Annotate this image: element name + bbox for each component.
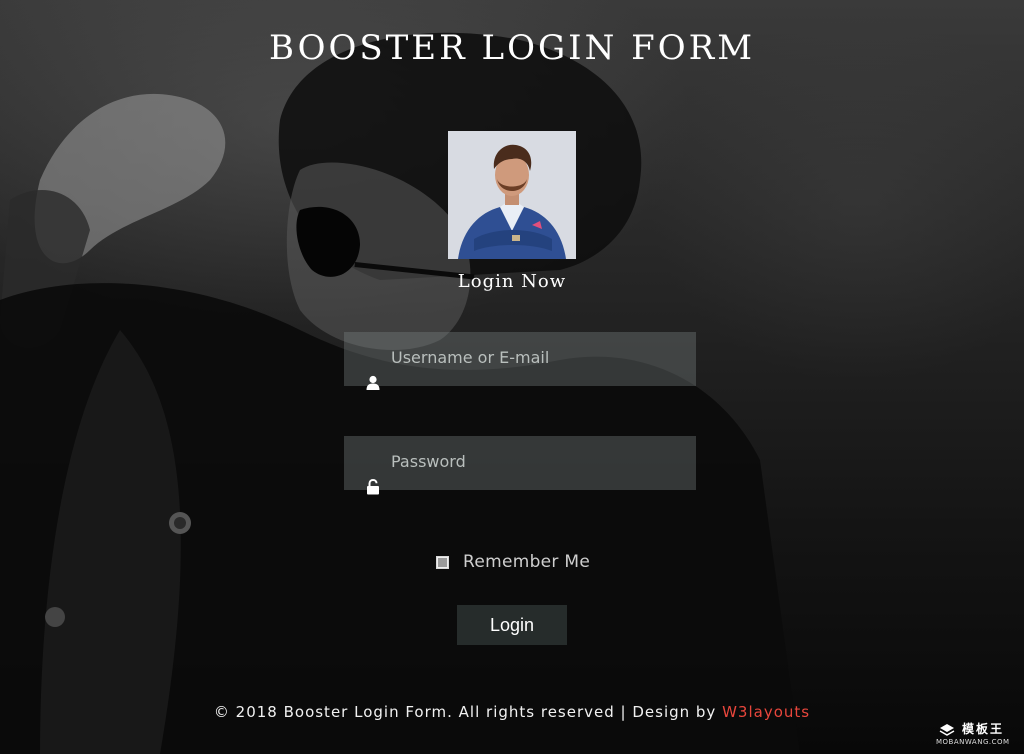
- user-icon: [366, 375, 380, 391]
- username-field-container: [344, 332, 696, 390]
- username-input[interactable]: [344, 332, 696, 386]
- login-button[interactable]: Login: [457, 605, 567, 645]
- unlock-icon: [366, 478, 380, 495]
- remember-me-label: Remember Me: [463, 552, 591, 572]
- watermark-cn: 模板王: [962, 722, 1005, 736]
- avatar-portrait: [448, 131, 576, 259]
- remember-me[interactable]: Remember Me: [436, 551, 590, 573]
- login-now-heading: Login Now: [457, 271, 567, 292]
- remember-me-checkbox[interactable]: [436, 555, 449, 569]
- password-input[interactable]: [344, 436, 696, 490]
- footer-copyright: © 2018 Booster Login Form. All rights re…: [213, 703, 717, 721]
- watermark-en: MOBANWANG.COM: [936, 738, 1010, 746]
- password-field-container: [344, 436, 696, 495]
- footer: © 2018 Booster Login Form. All rights re…: [0, 703, 1024, 721]
- page-title: BOOSTER LOGIN FORM: [268, 28, 756, 68]
- watermark: 模板王 MOBANWANG.COM: [936, 720, 1018, 748]
- avatar: [448, 131, 576, 259]
- footer-w3layouts-link[interactable]: W3layouts: [722, 703, 810, 721]
